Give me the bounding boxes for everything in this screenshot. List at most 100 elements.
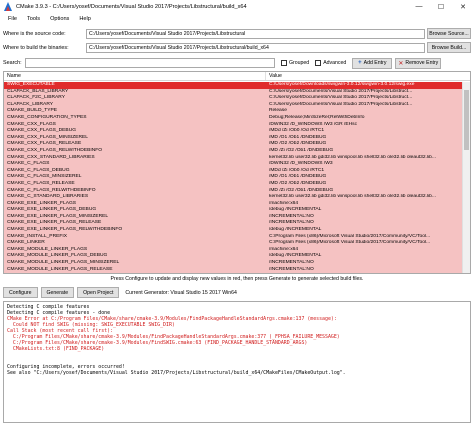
table-row[interactable]: CMAKE_MODULE_LINKER_FLAGS_DEBUG/debug /I… (4, 253, 462, 261)
minimize-button[interactable]: — (408, 0, 430, 13)
table-row[interactable]: CMAKE_C_FLAGS/DWIN32 /D_WINDOWS /W3 (4, 161, 462, 168)
table-row[interactable]: CMAKE_C_STANDARD_LIBRARIES kernel32.lib u… (4, 194, 462, 201)
table-row[interactable]: CMAKE_CXX_FLAGS_MINSIZEREL/MD /O1 /Ob1 /… (4, 134, 462, 142)
variable-value-cell[interactable]: /INCREMENTAL:NO (266, 220, 462, 227)
table-row[interactable]: CMAKE_CXX_STANDARD_LIBRARIES kernel32.lib… (4, 154, 462, 162)
table-row[interactable]: CLAPACK_BLAS_LIBRARY C:/Users/yosef/Docum… (4, 88, 462, 96)
variable-value-cell[interactable]: /DWIN32 /D_WINDOWS /W3 /GR /EHsc (266, 122, 462, 129)
variable-name-cell[interactable]: SWIG_EXECUTABLE (4, 82, 266, 89)
table-row[interactable]: CMAKE_C_FLAGS_RELEASE/MD /O2 /Ob2 /DNDEB… (4, 180, 462, 188)
variable-value-cell[interactable]: /debug /INCREMENTAL (266, 253, 462, 260)
variable-value-cell[interactable]: C:/Program Files (x86)/Microsoft Visual … (266, 234, 462, 241)
cache-variables-table[interactable]: Name Value SWIG_EXECUTABLE C:/Users/yosef… (3, 71, 471, 274)
output-log[interactable]: Detecting C compile features Detecting C … (3, 301, 471, 423)
table-row[interactable]: CMAKE_CXX_FLAGS_RELEASE/MD /O2 /Ob2 /DND… (4, 141, 462, 148)
variable-name-cell[interactable]: CMAKE_CXX_FLAGS_DEBUG (4, 128, 266, 135)
name-column-header[interactable]: Name (4, 72, 266, 80)
variable-value-cell[interactable]: /debug /INCREMENTAL (266, 207, 462, 214)
scrollbar-thumb[interactable] (464, 90, 469, 150)
variable-name-cell[interactable]: CMAKE_C_FLAGS_RELEASE (4, 181, 266, 188)
variable-name-cell[interactable]: CMAKE_LINKER (4, 240, 266, 247)
configure-button[interactable]: Configure (3, 287, 38, 298)
variable-value-cell[interactable]: kernel32.lib user32.lib gdi32.lib winspo… (266, 155, 462, 162)
menu-file[interactable]: File (3, 16, 22, 22)
table-row[interactable]: CMAKE_CXX_FLAGS_DEBUG/MDd /Zi /Ob0 /Od /… (4, 128, 462, 135)
variable-name-cell[interactable]: CLAPACK_LIBRARY (4, 102, 266, 109)
variable-name-cell[interactable]: CMAKE_MODULE_LINKER_FLAGS_MINSIZEREL (4, 260, 266, 267)
table-row[interactable]: CMAKE_MODULE_LINKER_FLAGS_RELEASE/INCREM… (4, 266, 462, 273)
variable-name-cell[interactable]: CMAKE_EXE_LINKER_FLAGS_RELEASE (4, 220, 266, 227)
variable-value-cell[interactable]: /debug /INCREMENTAL (266, 227, 462, 234)
variable-value-cell[interactable]: Debug;Release;MinSizeRel;RelWithDebInfo (266, 115, 462, 122)
table-row[interactable]: CMAKE_BUILD_TYPE Release (4, 108, 462, 115)
variable-name-cell[interactable]: CMAKE_EXE_LINKER_FLAGS_MINSIZEREL (4, 214, 266, 221)
table-row[interactable]: CMAKE_C_FLAGS_MINSIZEREL/MD /O1 /Ob1 /DN… (4, 174, 462, 181)
value-column-header[interactable]: Value (266, 72, 282, 80)
variable-value-cell[interactable]: /INCREMENTAL:NO (266, 267, 462, 273)
variable-value-cell[interactable]: C:/Users/yosef/Downloads/swigwin-3.0.12/… (266, 82, 462, 89)
variable-name-cell[interactable]: CMAKE_CXX_FLAGS_RELWITHDEBINFO (4, 148, 266, 155)
variable-name-cell[interactable]: CMAKE_MODULE_LINKER_FLAGS_RELEASE (4, 267, 266, 273)
variable-value-cell[interactable]: /MDd /Zi /Ob0 /Od /RTC1 (266, 168, 462, 175)
add-entry-button[interactable]: + Add Entry (352, 57, 393, 69)
table-row[interactable]: CLAPACK_F2C_LIBRARY C:/Users/yosef/Docume… (4, 95, 462, 102)
variable-name-cell[interactable]: CMAKE_EXE_LINKER_FLAGS_DEBUG (4, 207, 266, 214)
variable-name-cell[interactable]: CMAKE_CONFIGURATION_TYPES (4, 115, 266, 122)
variable-name-cell[interactable]: CMAKE_BUILD_TYPE (4, 108, 266, 115)
table-row[interactable]: CMAKE_LINKER C:/Program Files (x86)/Micro… (4, 240, 462, 247)
variable-value-cell[interactable]: /MD /O1 /Ob1 /DNDEBUG (266, 135, 462, 142)
variable-name-cell[interactable]: CLAPACK_F2C_LIBRARY (4, 95, 266, 102)
variable-value-cell[interactable]: /DWIN32 /D_WINDOWS /W3 (266, 161, 462, 168)
variable-name-cell[interactable]: CMAKE_INSTALL_PREFIX (4, 234, 266, 241)
variable-name-cell[interactable]: CMAKE_MODULE_LINKER_FLAGS (4, 247, 266, 254)
variable-name-cell[interactable]: CMAKE_MODULE_LINKER_FLAGS_DEBUG (4, 253, 266, 260)
browse-source-button[interactable]: Browse Source... (427, 28, 471, 39)
table-row[interactable]: CMAKE_EXE_LINKER_FLAGS_MINSIZEREL/INCREM… (4, 213, 462, 221)
table-row[interactable]: CMAKE_C_FLAGS_DEBUG/MDd /Zi /Ob0 /Od /RT… (4, 167, 462, 175)
variable-name-cell[interactable]: CMAKE_C_FLAGS_MINSIZEREL (4, 174, 266, 181)
table-row[interactable]: CMAKE_MODULE_LINKER_FLAGS_MINSIZEREL/INC… (4, 260, 462, 267)
browse-build-button[interactable]: Browse Build... (427, 42, 471, 53)
variable-value-cell[interactable]: C:/Program Files (x86)/Microsoft Visual … (266, 240, 462, 247)
variable-name-cell[interactable]: CMAKE_CXX_STANDARD_LIBRARIES (4, 155, 266, 162)
variable-value-cell[interactable]: /INCREMENTAL:NO (266, 214, 462, 221)
variable-name-cell[interactable]: CMAKE_EXE_LINKER_FLAGS_RELWITHDEBINFO (4, 227, 266, 234)
variable-value-cell[interactable]: /MD /O2 /Ob2 /DNDEBUG (266, 181, 462, 188)
variable-value-cell[interactable]: /MD /Zi /O2 /Ob1 /DNDEBUG (266, 188, 462, 195)
table-row[interactable]: CMAKE_EXE_LINKER_FLAGS_RELEASE/INCREMENT… (4, 220, 462, 228)
open-project-button[interactable]: Open Project (77, 287, 120, 298)
variable-value-cell[interactable]: /MD /O2 /Ob2 /DNDEBUG (266, 141, 462, 148)
table-row[interactable]: CMAKE_CONFIGURATION_TYPES Debug;Release;M… (4, 114, 462, 122)
variable-value-cell[interactable]: /machine:x64 (266, 247, 462, 254)
variable-name-cell[interactable]: CMAKE_C_FLAGS_DEBUG (4, 168, 266, 175)
variable-value-cell[interactable]: /INCREMENTAL:NO (266, 260, 462, 267)
maximize-button[interactable]: ☐ (430, 0, 452, 13)
variable-value-cell[interactable]: /MD /O1 /Ob1 /DNDEBUG (266, 174, 462, 181)
variable-value-cell[interactable]: C:/Users/yosef/Documents/Visual Studio 2… (266, 89, 462, 96)
variable-name-cell[interactable]: CMAKE_C_STANDARD_LIBRARIES (4, 194, 266, 201)
table-row[interactable]: CLAPACK_LIBRARY C:/Users/yosef/Documents/… (4, 101, 462, 109)
remove-entry-button[interactable]: ✕ Remove Entry (395, 57, 442, 69)
build-path-combobox[interactable]: C:/Users/yosef/Documents/Visual Studio 2… (86, 42, 425, 53)
grouped-checkbox[interactable]: Grouped (281, 60, 309, 66)
variable-value-cell[interactable]: kernel32.lib user32.lib gdi32.lib winspo… (266, 194, 462, 201)
menu-options[interactable]: Options (45, 16, 74, 22)
variable-value-cell[interactable]: /MD /Zi /O2 /Ob1 /DNDEBUG (266, 148, 462, 155)
generate-button[interactable]: Generate (40, 287, 75, 298)
variable-value-cell[interactable]: C:/Users/yosef/Documents/Visual Studio 2… (266, 95, 462, 102)
variable-name-cell[interactable]: CMAKE_CXX_FLAGS_MINSIZEREL (4, 135, 266, 142)
variable-value-cell[interactable]: /MDd /Zi /Ob0 /Od /RTC1 (266, 128, 462, 135)
source-path-input[interactable]: C:/Users/yosef/Documents/Visual Studio 2… (86, 28, 425, 39)
table-row[interactable]: CMAKE_INSTALL_PREFIX C:/Program Files (x8… (4, 233, 462, 241)
table-row[interactable]: CMAKE_MODULE_LINKER_FLAGS/machine:x64 (4, 246, 462, 254)
table-row[interactable]: CMAKE_EXE_LINKER_FLAGS_RELWITHDEBINFO/de… (4, 227, 462, 234)
close-button[interactable]: ✕ (452, 0, 474, 13)
variable-name-cell[interactable]: CLAPACK_BLAS_LIBRARY (4, 89, 266, 96)
variable-name-cell[interactable]: CMAKE_C_FLAGS (4, 161, 266, 168)
advanced-checkbox[interactable]: Advanced (315, 60, 346, 66)
grouped-checkbox-box[interactable] (281, 60, 287, 66)
variable-value-cell[interactable]: C:/Users/yosef/Documents/Visual Studio 2… (266, 102, 462, 109)
advanced-checkbox-box[interactable] (315, 60, 322, 66)
variable-name-cell[interactable]: CMAKE_CXX_FLAGS (4, 122, 266, 129)
table-scrollbar[interactable] (462, 82, 470, 273)
